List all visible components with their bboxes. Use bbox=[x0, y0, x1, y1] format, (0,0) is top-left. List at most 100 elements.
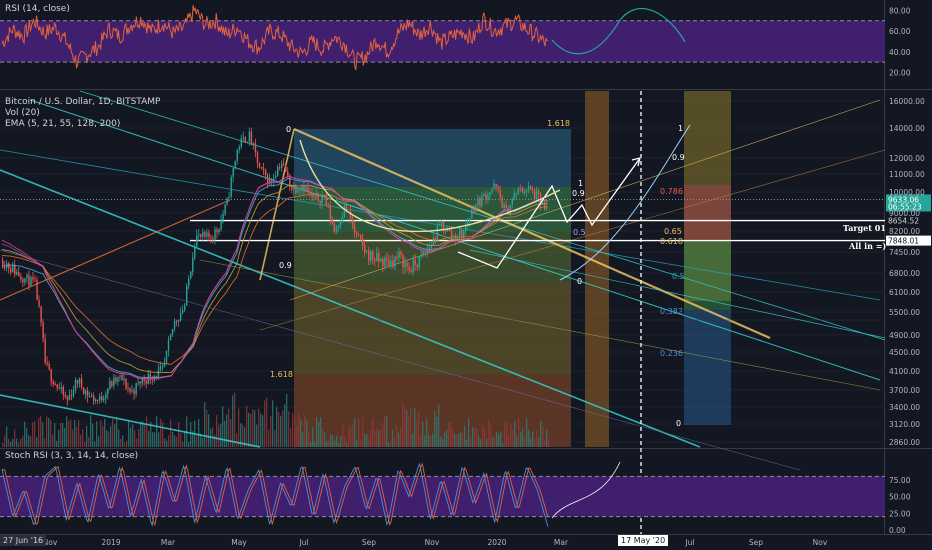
volume-bar bbox=[516, 435, 518, 447]
symbol-title[interactable]: Bitcoin / U.S. Dollar, 1D, BITSTAMP bbox=[5, 97, 160, 108]
candle-body bbox=[18, 272, 20, 277]
candle-body bbox=[295, 186, 297, 193]
volume-bar bbox=[122, 435, 124, 447]
candle-body bbox=[351, 220, 354, 225]
volume-indicator-label[interactable]: Vol (20) bbox=[5, 108, 160, 119]
volume-bar bbox=[238, 408, 240, 447]
volume-bar bbox=[218, 425, 220, 447]
volume-bar bbox=[44, 438, 46, 447]
candle-body bbox=[473, 208, 475, 212]
candle-body bbox=[34, 279, 36, 281]
candle-body bbox=[254, 143, 257, 153]
volume-bar bbox=[198, 419, 200, 447]
candle-body bbox=[248, 131, 251, 142]
volume-bar bbox=[270, 415, 272, 447]
fib-label-left_0: 0 bbox=[286, 125, 291, 134]
candle-body bbox=[252, 143, 255, 146]
main-legend: Bitcoin / U.S. Dollar, 1D, BITSTAMP Vol … bbox=[5, 97, 160, 130]
volume-bar bbox=[70, 419, 72, 447]
candle-body bbox=[103, 398, 105, 401]
volume-bar bbox=[420, 434, 422, 447]
volume-bar bbox=[168, 435, 170, 447]
volume-bar bbox=[216, 415, 218, 447]
chart-canvas[interactable]: 80.0060.0040.0020.001.61800.91.61810.90.… bbox=[0, 0, 932, 550]
volume-bar bbox=[124, 442, 126, 447]
candle-body bbox=[135, 383, 137, 395]
volume-bar bbox=[378, 430, 380, 447]
candle-body bbox=[62, 386, 65, 395]
candle-body bbox=[517, 188, 520, 194]
volume-bar bbox=[294, 417, 296, 447]
candle-body bbox=[493, 183, 495, 190]
volume-bar bbox=[64, 427, 66, 447]
fib-zone-gold bbox=[294, 282, 571, 375]
ema-indicator-label[interactable]: EMA (5, 21, 55, 128, 200) bbox=[5, 119, 160, 130]
candle-body bbox=[412, 259, 414, 272]
volume-bar bbox=[364, 434, 366, 447]
volume-bar bbox=[446, 430, 448, 447]
stoch-tick-label: 75.00 bbox=[889, 476, 911, 485]
volume-bar bbox=[220, 423, 222, 447]
candle-body bbox=[36, 279, 38, 301]
volume-bar bbox=[280, 415, 282, 447]
candle-body bbox=[8, 263, 10, 269]
volume-bar bbox=[68, 420, 70, 447]
candle-body bbox=[519, 188, 522, 190]
candle-body bbox=[204, 232, 206, 237]
x-axis-label: May bbox=[231, 538, 247, 547]
volume-bar bbox=[510, 423, 512, 447]
volume-bar bbox=[548, 439, 550, 447]
candle-body bbox=[374, 259, 376, 262]
volume-bar bbox=[178, 421, 180, 447]
candle-body bbox=[161, 366, 164, 368]
volume-bar bbox=[524, 437, 526, 447]
volume-bar bbox=[398, 432, 400, 447]
volume-bar bbox=[50, 420, 52, 447]
candle-body bbox=[357, 234, 360, 236]
volume-bar bbox=[126, 440, 128, 447]
candle-body bbox=[137, 381, 139, 384]
candle-body bbox=[343, 205, 346, 217]
volume-bar bbox=[320, 417, 322, 447]
volume-bar bbox=[82, 429, 84, 447]
candle-body bbox=[442, 221, 445, 230]
candle-body bbox=[236, 149, 238, 161]
volume-bar bbox=[444, 432, 446, 447]
fib-label-right_05: 0.5 bbox=[672, 272, 685, 281]
candle-body bbox=[380, 258, 382, 262]
candle-body bbox=[40, 306, 42, 323]
volume-bar bbox=[418, 412, 420, 447]
candle-body bbox=[307, 187, 309, 193]
candle-body bbox=[410, 270, 412, 272]
volume-bar bbox=[380, 428, 382, 447]
volume-bar bbox=[490, 425, 492, 447]
volume-bar bbox=[494, 436, 496, 447]
candle-body bbox=[80, 378, 83, 388]
x-axis-label: Nov bbox=[813, 538, 828, 547]
candle-body bbox=[481, 195, 483, 206]
target-label: Target 01 bbox=[843, 223, 886, 233]
volume-bar bbox=[390, 440, 392, 447]
candle-body bbox=[471, 208, 473, 219]
fib-column-red bbox=[684, 185, 731, 240]
volume-bar bbox=[314, 441, 316, 447]
candle-body bbox=[321, 195, 323, 204]
volume-bar bbox=[362, 416, 364, 447]
volume-bar bbox=[474, 427, 476, 447]
candle-body bbox=[127, 388, 129, 390]
rsi-legend: RSI (14, close) bbox=[5, 4, 70, 15]
volume-bar bbox=[452, 429, 454, 447]
crosshair-date: 17 May '20 bbox=[618, 535, 669, 546]
candle-body bbox=[359, 235, 362, 239]
candle-body bbox=[234, 160, 236, 169]
candle-body bbox=[477, 198, 479, 205]
candle-body bbox=[495, 183, 497, 187]
volume-bar bbox=[434, 410, 436, 447]
volume-bar bbox=[402, 402, 404, 447]
candle-body bbox=[386, 257, 388, 261]
candle-body bbox=[260, 166, 263, 168]
candle-body bbox=[424, 251, 427, 253]
fib-label-right_1: 1 bbox=[678, 124, 683, 133]
stoch-tick-label: 25.00 bbox=[889, 509, 911, 518]
candle-body bbox=[242, 137, 245, 139]
